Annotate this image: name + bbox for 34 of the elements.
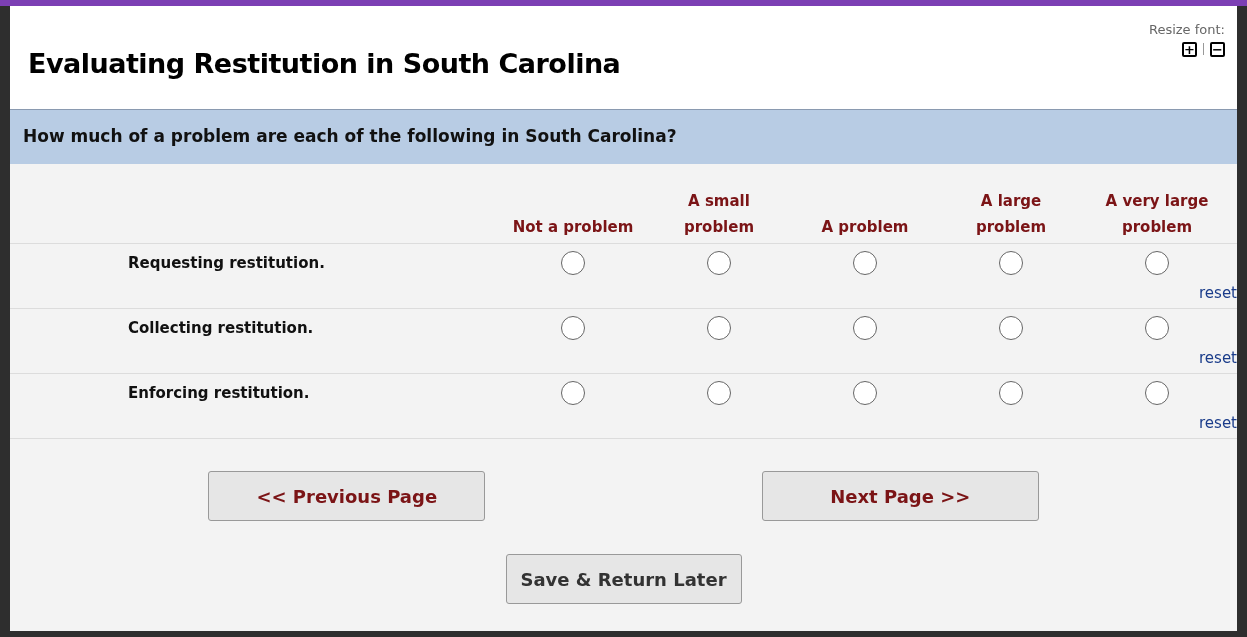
reset-link[interactable]: reset [1199,412,1237,435]
row-label: Requesting restitution. [128,254,325,272]
question-text: How much of a problem are each of the following in South Carolina? [23,125,677,149]
radio-button[interactable] [1145,316,1169,340]
previous-page-button[interactable]: << Previous Page [208,471,486,521]
radio-button[interactable] [853,251,877,275]
column-header: A very large problem [1104,191,1210,238]
column-header: Not a problem [511,217,635,238]
reset-link[interactable]: reset [1199,282,1237,305]
radio-button[interactable] [707,316,731,340]
page-title: Evaluating Restitution in South Carolina [28,47,621,81]
radio-button[interactable] [1145,381,1169,405]
radio-button[interactable] [561,251,585,275]
radio-button[interactable] [561,381,585,405]
decrease-font-button[interactable]: − [1210,41,1225,57]
row-label: Collecting restitution. [128,319,314,337]
next-page-button[interactable]: Next Page >> [761,471,1039,521]
radio-button[interactable] [999,316,1023,340]
reset-link[interactable]: reset [1199,347,1237,370]
column-header: A problem [820,217,910,238]
radio-button[interactable] [1145,251,1169,275]
radio-button[interactable] [707,381,731,405]
resize-font-label: Resize font: [1148,21,1225,39]
radio-button[interactable] [999,251,1023,275]
radio-button[interactable] [561,316,585,340]
row-label: Enforcing restitution. [128,384,310,402]
radio-button[interactable] [999,381,1023,405]
radio-button[interactable] [853,381,877,405]
column-header: A small problem [682,191,756,238]
increase-font-button[interactable]: + [1182,41,1197,57]
radio-button[interactable] [853,316,877,340]
column-header: A large problem [974,191,1048,238]
save-return-later-button[interactable]: Save & Return Later [505,554,742,604]
radio-button[interactable] [707,251,731,275]
